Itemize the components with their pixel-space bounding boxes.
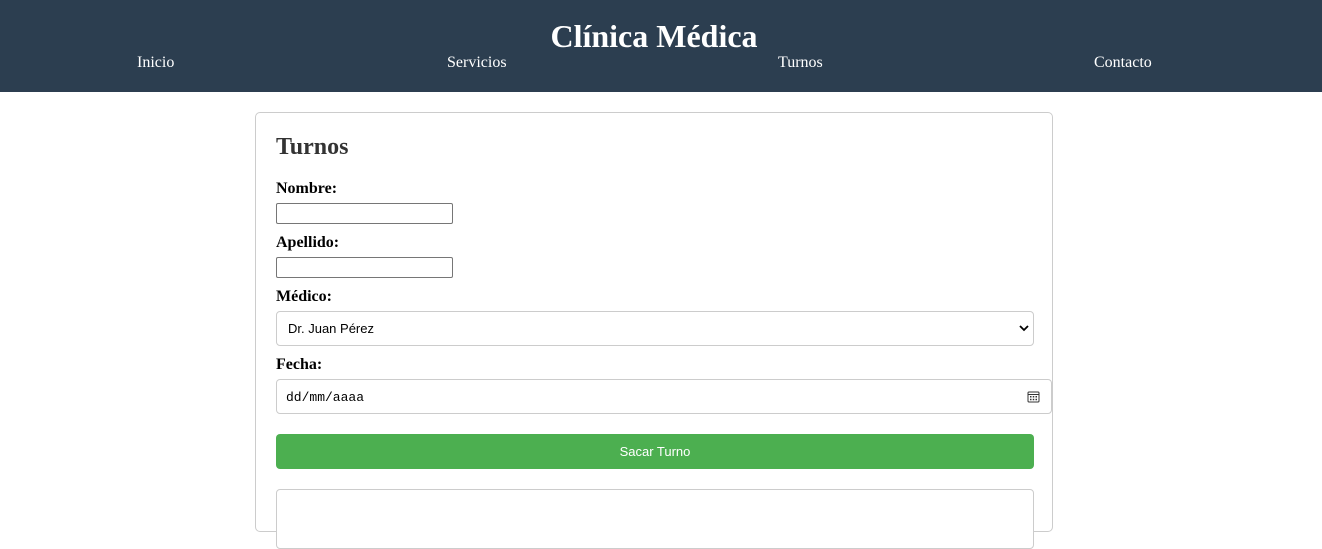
nav-link-inicio[interactable]: Inicio: [137, 54, 174, 72]
nav-link-servicios[interactable]: Servicios: [447, 54, 507, 72]
form-title: Turnos: [276, 134, 349, 160]
site-title: Clínica Médica: [550, 18, 758, 54]
fecha-input[interactable]: dd/mm/aaaa: [276, 379, 1052, 414]
apellido-label: Apellido:: [276, 234, 340, 251]
fecha-label: Fecha:: [276, 356, 323, 373]
medico-selected-value: Dr. Juan Pérez: [288, 321, 374, 336]
appointment-card: Turnos Nombre: Apellido: Médico: Dr. Jua…: [255, 112, 1053, 549]
site-header: Clínica Médica Inicio Servicios Turnos C…: [0, 0, 1322, 92]
medico-label: Médico:: [276, 288, 332, 305]
chevron-down-icon: [1019, 325, 1029, 332]
nav-link-contacto[interactable]: Contacto: [1094, 54, 1152, 72]
apellido-input[interactable]: [276, 257, 453, 278]
calendar-icon[interactable]: [1027, 390, 1040, 403]
sacar-turno-button[interactable]: Sacar Turno: [276, 434, 1034, 469]
nav-link-turnos[interactable]: Turnos: [778, 54, 823, 72]
nombre-input[interactable]: [276, 203, 453, 224]
result-box: [276, 489, 1034, 549]
nombre-label: Nombre:: [276, 180, 338, 197]
medico-select[interactable]: Dr. Juan Pérez: [276, 311, 1034, 346]
fecha-placeholder: dd/mm/aaaa: [286, 390, 365, 405]
